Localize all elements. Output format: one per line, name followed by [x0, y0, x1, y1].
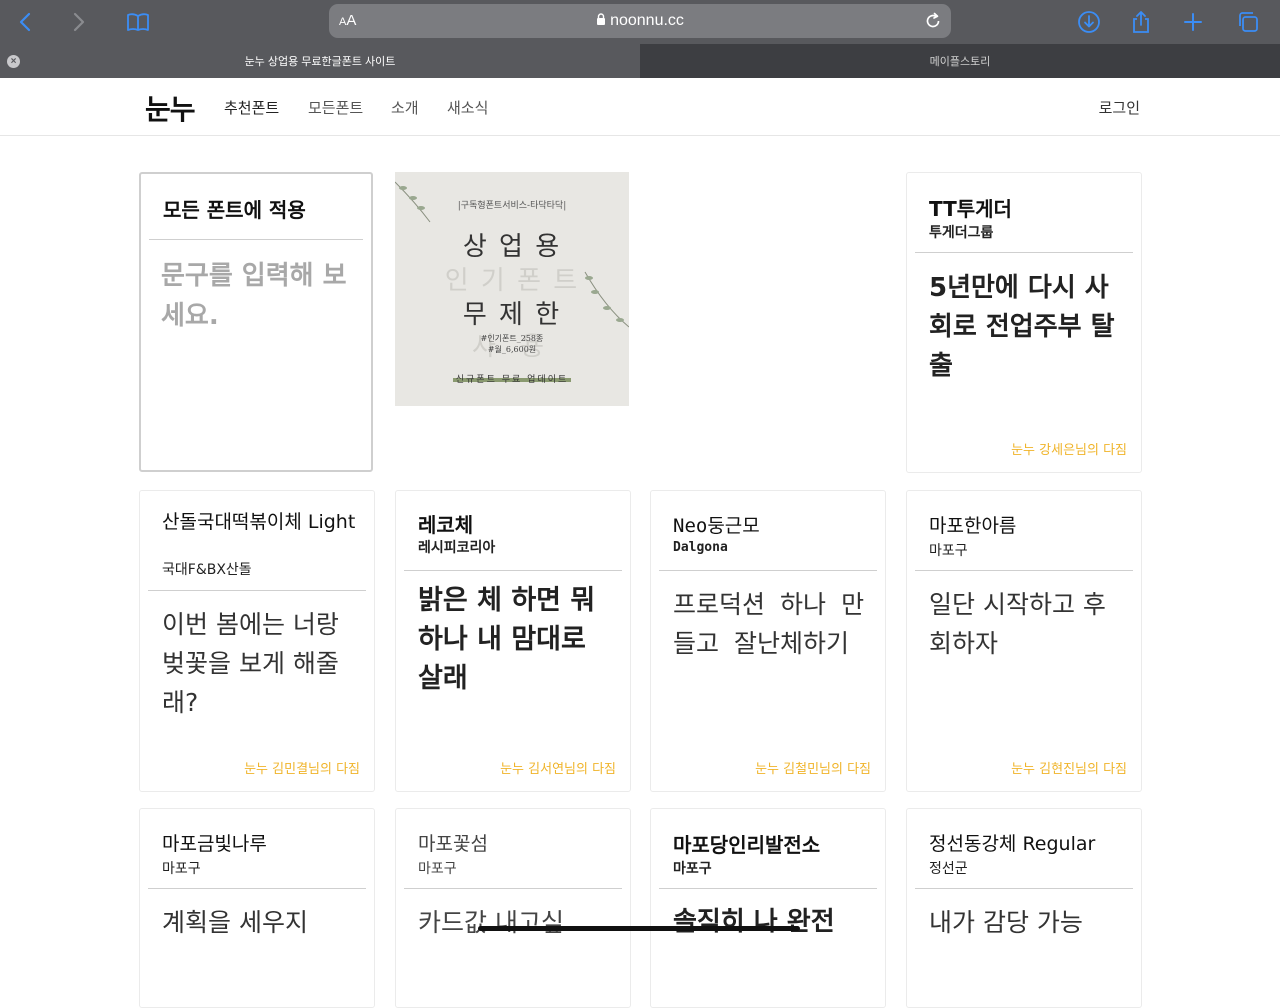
divider [659, 888, 877, 889]
font-name: TT투게더 [929, 197, 1012, 221]
font-name: 마포금빛나루 [162, 833, 267, 855]
divider [404, 570, 622, 571]
divider [915, 570, 1133, 571]
pledge-credit: 눈누 강세은님의 다짐 [1011, 443, 1127, 458]
font-maker: 투게더그룹 [929, 225, 994, 241]
font-card[interactable]: 마포금빛나루 마포구 계획을 세우지 [139, 808, 375, 1008]
lock-icon [597, 13, 606, 25]
home-indicator [478, 926, 800, 931]
font-maker: 마포구 [418, 861, 457, 877]
divider [404, 888, 622, 889]
new-tab-icon[interactable] [1177, 6, 1209, 38]
ad-line: #인기폰트_258종 [480, 334, 544, 343]
font-card[interactable]: TT투게더 투게더그룹 5년만에 다시 사회로 전업주부 탈출 눈누 강세은님의… [906, 172, 1142, 473]
font-maker: 마포구 [162, 861, 201, 877]
login-link[interactable]: 로그인 [1099, 97, 1140, 118]
close-tab-icon[interactable]: × [7, 55, 20, 68]
url-text: noonnu.cc [610, 12, 684, 29]
tab-maplestory[interactable]: 메이플스토리 [640, 44, 1280, 78]
font-card[interactable]: 마포꽃섬 마포구 카드값 내고싶 [395, 808, 631, 1008]
tabs-overview-icon[interactable] [1232, 6, 1264, 38]
downloads-icon[interactable] [1073, 6, 1105, 38]
tab-bar: × 눈누 상업용 무료한글폰트 사이트 메이플스토리 [0, 44, 1280, 78]
nav-about[interactable]: 소개 [391, 97, 419, 118]
ad-line: 상 업 용 [462, 232, 562, 262]
pledge-credit: 눈누 김민결님의 다짐 [244, 762, 360, 777]
font-name: 정선동강체 Regular [929, 833, 1096, 855]
nav-recommended[interactable]: 추천폰트 [224, 97, 279, 118]
font-sample: 솔직히 나 완전 [673, 907, 835, 937]
site-logo[interactable]: 눈누 [145, 88, 196, 128]
forward-icon[interactable] [62, 6, 94, 38]
apply-text-card: 모든 폰트에 적용 [139, 172, 373, 472]
font-maker: Dalgona [673, 540, 728, 555]
font-sample: 내가 감당 가능 [929, 908, 1083, 937]
share-icon[interactable] [1125, 6, 1157, 38]
tab-title: 눈누 상업용 무료한글폰트 사이트 [244, 56, 396, 68]
divider [915, 888, 1133, 889]
reload-icon[interactable] [923, 11, 943, 31]
font-card[interactable]: 마포한아름 마포구 일단 시작하고 후회하자 눈누 김현진님의 다짐 [906, 490, 1142, 792]
site-header: 눈누 추천폰트 모든폰트 소개 새소식 로그인 [0, 78, 1280, 136]
font-name: 산돌국대떡볶이체 Light [162, 511, 356, 533]
pledge-credit: 눈누 김서연님의 다짐 [500, 762, 616, 777]
font-card[interactable]: 산돌국대떡볶이체 Light 국대F&BX산돌 이번 봄에는 너랑 벚꽃을 보게… [139, 490, 375, 792]
divider [149, 239, 363, 240]
font-sample: 5년만에 다시 사회로 전업주부 탈출 [929, 273, 1115, 381]
font-sample: 이번 봄에는 너랑 벚꽃을 보게 해줄래? [162, 610, 339, 717]
font-name: 마포꽃섬 [418, 833, 488, 855]
nav-news[interactable]: 새소식 [447, 97, 488, 118]
font-name: 마포한아름 [929, 515, 1017, 537]
ad-banner[interactable]: |구독형폰트서비스-타닥타닥| 상 업 용 인 기 폰 트 무 제 한 사 용 … [395, 172, 629, 406]
pledge-credit: 눈누 김현진님의 다짐 [1011, 762, 1127, 777]
font-card[interactable]: Neo둥근모 Dalgona 프로덕션 하나 만들고 잘난체하기 눈누 김철민님… [650, 490, 886, 792]
font-maker: 정선군 [929, 861, 968, 877]
font-sample: 밝은 체 하면 뭐하나 내 맘대로 살래 [418, 585, 596, 694]
font-sample: 프로덕션 하나 만들고 잘난체하기 [673, 590, 865, 658]
font-sample: 계획을 세우지 [162, 908, 308, 937]
font-name: 마포당인리발전소 [673, 833, 821, 857]
font-maker: 국대F&BX산돌 [162, 562, 252, 578]
font-maker: 마포구 [673, 861, 712, 877]
browser-toolbar: AA noonnu.cc [0, 0, 1280, 44]
back-icon[interactable] [10, 6, 42, 38]
apply-card-title: 모든 폰트에 적용 [163, 198, 306, 222]
pledge-credit: 눈누 김철민님의 다짐 [755, 762, 871, 777]
font-card[interactable]: 레코체 레시피코리아 밝은 체 하면 뭐하나 내 맘대로 살래 눈누 김서연님의… [395, 490, 631, 792]
nav-all-fonts[interactable]: 모든폰트 [308, 97, 363, 118]
ad-line: 인 기 폰 트 [444, 266, 580, 296]
ad-line: #월_6,600원 [487, 345, 537, 354]
font-sample: 일단 시작하고 후회하자 [929, 590, 1106, 658]
tab-title: 메이플스토리 [929, 56, 991, 68]
ad-line: |구독형폰트서비스-타닥타닥| [457, 201, 567, 211]
font-maker: 레시피코리아 [418, 540, 496, 556]
divider [659, 570, 877, 571]
font-name: 레코체 [418, 513, 474, 537]
divider [915, 252, 1133, 253]
font-card[interactable]: 정선동강체 Regular 정선군 내가 감당 가능 [906, 808, 1142, 1008]
preview-text-input[interactable] [161, 256, 356, 376]
address-bar[interactable]: AA noonnu.cc [329, 4, 951, 38]
font-sample: 카드값 내고싶 [418, 908, 564, 937]
font-name: Neo둥근모 [673, 515, 760, 537]
divider [148, 888, 366, 889]
font-maker: 마포구 [929, 543, 968, 559]
tab-noonnu[interactable]: × 눈누 상업용 무료한글폰트 사이트 [0, 44, 640, 78]
ad-line: 신규폰트 무료 업데이트 [455, 375, 569, 385]
font-card[interactable]: 마포당인리발전소 마포구 솔직히 나 완전 [650, 808, 886, 1008]
divider [148, 590, 366, 591]
bookmarks-icon[interactable] [122, 6, 154, 38]
